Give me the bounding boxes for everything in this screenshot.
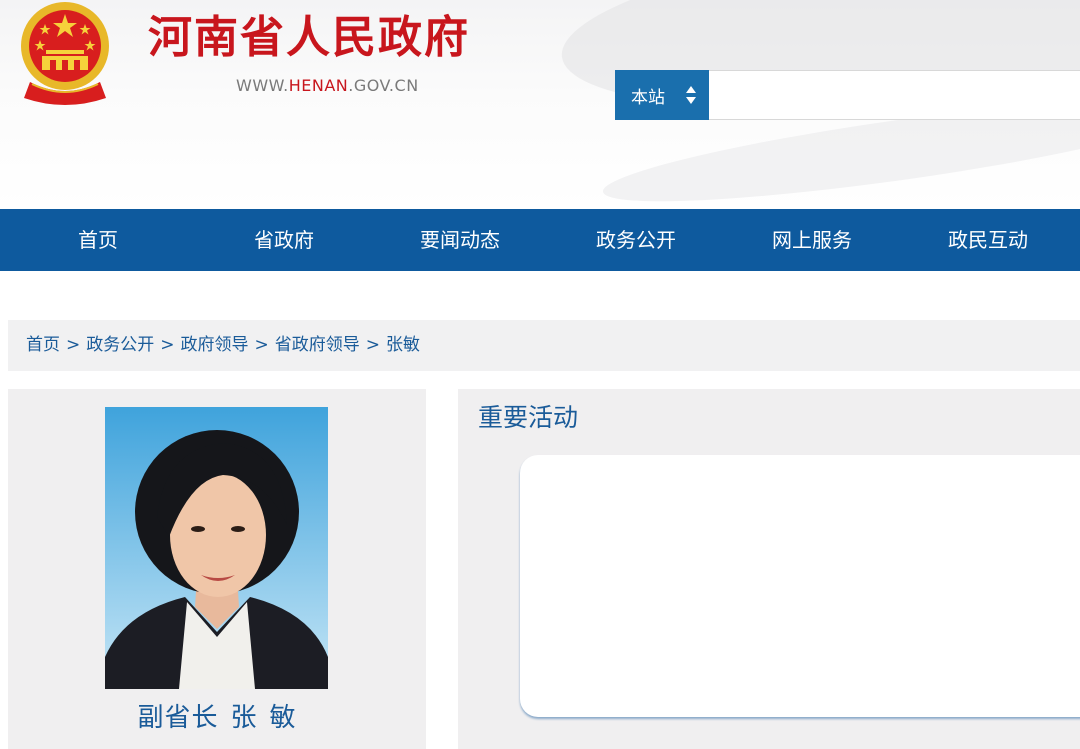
leader-surname: 张 [230, 703, 258, 733]
breadcrumb-provincial-leaders[interactable]: 省政府领导 [275, 335, 360, 355]
nav-item-provincial-government[interactable]: 省政府 [196, 209, 372, 271]
search-input[interactable] [709, 70, 1080, 120]
breadcrumb-separator: > [66, 335, 81, 355]
nav-item-online-services[interactable]: 网上服务 [724, 209, 900, 271]
breadcrumb-separator: > [254, 335, 269, 355]
leader-given-name: 敏 [269, 703, 297, 733]
activities-panel: 重要活动 [458, 389, 1080, 749]
search-scope-label: 本站 [631, 87, 665, 108]
site-url-prefix: WWW. [236, 76, 289, 95]
section-title[interactable]: 重要活动 [478, 401, 578, 435]
site-title[interactable]: 河南省人民政府 [148, 8, 470, 68]
site-url-suffix: .GOV.CN [348, 76, 419, 95]
breadcrumb: 首页 > 政务公开 > 政府领导 > 省政府领导 > 张敏 [8, 320, 1080, 371]
breadcrumb-home[interactable]: 首页 [26, 335, 60, 355]
nav-item-news[interactable]: 要闻动态 [372, 209, 548, 271]
sort-arrows-icon [686, 86, 696, 104]
nav-item-interaction[interactable]: 政民互动 [900, 209, 1076, 271]
leader-portrait [105, 407, 328, 689]
nav-item-home[interactable]: 首页 [0, 209, 196, 271]
nav-item-government-affairs[interactable]: 政务公开 [548, 209, 724, 271]
leader-name: 副省长张敏 [8, 697, 426, 734]
activity-content-box [520, 455, 1080, 717]
main-nav: 首页 省政府 要闻动态 政务公开 网上服务 政民互动 [0, 209, 1080, 271]
search-scope-select[interactable]: 本站 [615, 70, 709, 120]
breadcrumb-separator: > [160, 335, 175, 355]
breadcrumb-government-affairs[interactable]: 政务公开 [86, 335, 154, 355]
leader-title: 副省长 [137, 703, 219, 733]
site-url: WWW.HENAN.GOV.CN [236, 76, 419, 95]
leader-profile-panel: 副省长张敏 [8, 389, 426, 749]
site-header: 河南省人民政府 WWW.HENAN.GOV.CN 本站 [0, 0, 1080, 209]
breadcrumb-current[interactable]: 张敏 [386, 335, 420, 355]
site-url-highlight: HENAN [288, 76, 349, 95]
breadcrumb-separator: > [365, 335, 380, 355]
national-emblem-icon[interactable] [10, 0, 120, 106]
breadcrumb-government-leaders[interactable]: 政府领导 [181, 335, 249, 355]
